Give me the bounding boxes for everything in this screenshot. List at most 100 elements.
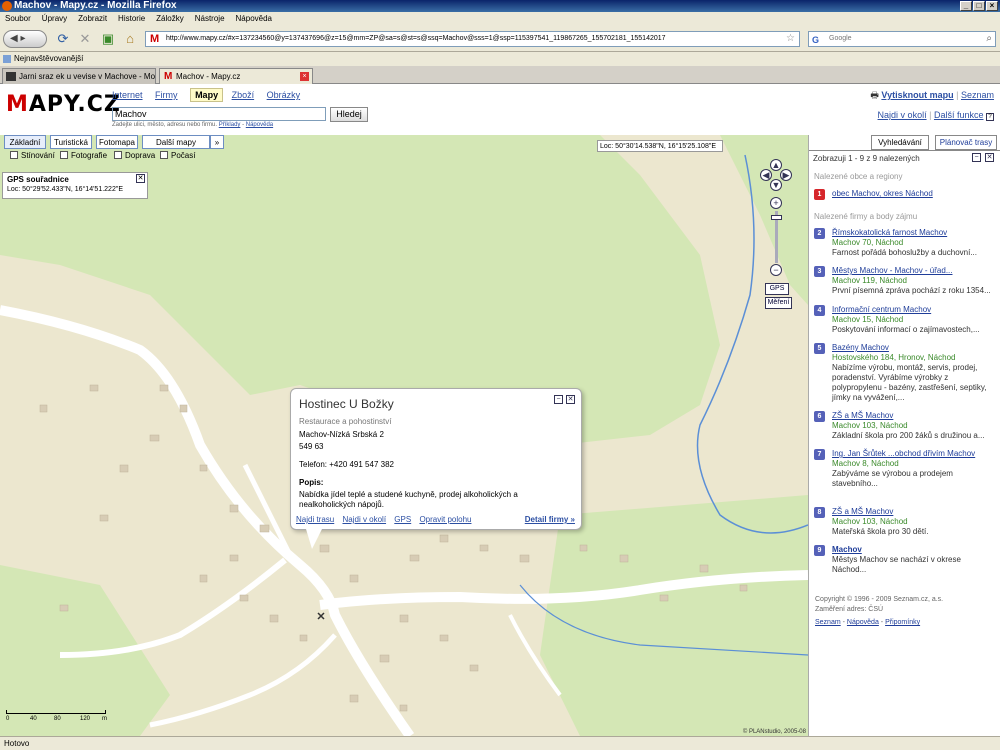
nearby-link[interactable]: Najdi v okolí [342,515,386,524]
maximize-button[interactable]: □ [973,1,985,11]
tab-moto[interactable]: Jarni sraz ek u vevise v Machove - Moto.… [2,68,156,84]
close-icon[interactable]: ✕ [136,174,145,183]
minimize-icon[interactable]: − [554,395,563,404]
service-tabs: Internet Firmy Mapy Zboží Obrázky [112,88,310,102]
tab-strip: Jarni sraz ek u vevise v Machove - Moto.… [0,66,1000,84]
layer-fotografie[interactable]: Fotografie [60,151,107,161]
tab-search[interactable]: Vyhledávání [871,135,929,150]
service-obrazky[interactable]: Obrázky [267,90,301,100]
navigation-toolbar: ◀ ▸ ⟳ ✕ ▣ ⌂ M http://www.mapy.cz/#x=1372… [0,26,1000,52]
close-window-button[interactable]: × [986,1,998,11]
footer-help-link[interactable]: Nápověda [847,619,879,626]
gps-coordinates: Loc: 50°29'52.433"N, 16°14'51.222"E [7,186,123,193]
gps-button[interactable]: GPS [765,283,789,295]
zoom-in-icon[interactable]: + [770,197,782,209]
fix-position-link[interactable]: Opravit polohu [419,515,471,524]
layer-pocasi[interactable]: Počasí [160,151,195,161]
popup-address: Machov-Nízká Srbská 2 [299,430,384,439]
service-mapy[interactable]: Mapy [190,88,224,102]
minimize-icon[interactable]: − [972,153,981,162]
result-item[interactable]: 7 Ing. Jan Šrůtek ...obchod dřivím Macho… [814,449,996,489]
minimize-button[interactable]: _ [960,1,972,11]
pan-right-icon[interactable]: ▶ [780,169,792,181]
result-item[interactable]: 5 Bazény Machov Hostovského 184, Hronov, … [814,343,996,403]
result-item[interactable]: 3 Městys Machov - Machov - úřad... Machov… [814,266,996,296]
checkbox[interactable] [160,151,168,159]
zoom-slider-handle[interactable] [771,215,782,220]
tab-zakladni[interactable]: Základní [4,135,46,149]
pan-left-icon[interactable]: ◀ [760,169,772,181]
more-functions-link[interactable]: Další funkce [934,110,984,120]
popup-phone: Telefon: +420 491 547 382 [299,460,394,469]
back-forward-button[interactable]: ◀ ▸ [3,30,47,48]
star-icon[interactable]: ☆ [786,32,795,46]
menu-historie[interactable]: Historie [118,14,145,23]
search-input[interactable]: Machov [112,107,326,121]
result-item[interactable]: 8 ZŠ a MŠ Machov Machov 103, Náchod Mateřs… [814,507,996,537]
tab-turisticka[interactable]: Turistická [50,135,92,149]
result-item[interactable]: 2 Římskokatolická farnost Machov Machov 7… [814,228,996,258]
new-tab-icon[interactable]: ▣ [100,32,116,46]
measure-button[interactable]: Měření [765,297,792,309]
service-firmy[interactable]: Firmy [155,90,178,100]
gps-title: GPS souřadnice [7,175,69,184]
menu-soubor[interactable]: Soubor [5,14,31,23]
chevron-down-icon[interactable]: » [210,135,224,149]
checkbox[interactable] [114,151,122,159]
result-item[interactable]: 6 ZŠ a MŠ Machov Machov 103, Náchod Základ… [814,411,996,441]
service-internet[interactable]: Internet [112,90,143,100]
nearby-link[interactable]: Najdi v okolí [878,110,927,120]
layer-doprava[interactable]: Doprava [114,151,155,161]
result-item[interactable]: 9 Machov Městys Machov se nachází v okres… [814,545,996,575]
route-link[interactable]: Najdi trasu [296,515,334,524]
checkbox[interactable] [10,151,18,159]
search-bar[interactable]: G Google ⌕ [808,31,996,47]
tab-dalsi-mapy[interactable]: Další mapy [142,135,210,149]
print-map-link[interactable]: Vytisknout mapu [881,90,953,100]
pan-up-icon[interactable]: ▲ [770,159,782,171]
help-box-icon[interactable]: ? [986,113,994,121]
home-icon[interactable]: ⌂ [122,32,138,46]
seznam-link[interactable]: Seznam [961,90,994,100]
menu-upravy[interactable]: Úpravy [42,14,67,23]
menu-nastroje[interactable]: Nástroje [195,14,225,23]
menu-zobrazit[interactable]: Zobrazit [78,14,107,23]
menu-napoveda[interactable]: Nápověda [236,14,272,23]
gps-link[interactable]: GPS [394,515,411,524]
close-icon[interactable]: ✕ [985,153,994,162]
window-title: Machov - Mapy.cz - Mozilla Firefox [14,0,177,11]
url-text: http://www.mapy.cz/#x=137234560@y=137437… [166,35,666,42]
reload-icon[interactable]: ⟳ [55,32,71,46]
service-zbozi[interactable]: Zboží [232,90,255,100]
tab-label: Machov - Mapy.cz [176,72,241,81]
search-button[interactable]: Hledej [330,107,368,122]
zoom-out-icon[interactable]: − [770,264,782,276]
checkbox[interactable] [60,151,68,159]
close-icon[interactable]: ✕ [566,395,575,404]
mapy-logo[interactable]: MAPY.CZ [6,92,121,117]
tab-fotomapa[interactable]: Fotomapa [96,135,138,149]
menu-zalozky[interactable]: Záložky [156,14,184,23]
help-link[interactable]: Nápověda [246,122,273,128]
tab-route-planner[interactable]: Plánovač trasy [935,135,997,150]
search-go-icon[interactable]: ⌕ [986,32,992,46]
footer-feedback-link[interactable]: Připomínky [885,619,920,626]
bookmarks-toolbar: Nejnavštěvovanější [0,52,1000,66]
result-item[interactable]: 1 obec Machov, okres Náchod [814,189,996,200]
map-canvas[interactable]: Základní Turistická Fotomapa Další mapy … [0,135,808,736]
url-bar[interactable]: M http://www.mapy.cz/#x=137234560@y=1374… [145,31,800,47]
footer-seznam-link[interactable]: Seznam [815,619,841,626]
tab-mapy[interactable]: M Machov - Mapy.cz × [159,68,313,84]
bookmark-most-visited[interactable]: Nejnavštěvovanější [14,54,83,63]
result-item[interactable]: 4 Informační centrum Machov Machov 15, Ná… [814,305,996,335]
google-icon[interactable]: G [812,33,819,47]
place-popup: Hostinec U Božky − ✕ Restaurace a pohost… [290,388,582,530]
tab-favicon: M [164,71,173,82]
pan-down-icon[interactable]: ▼ [770,179,782,191]
stop-icon[interactable]: ✕ [77,32,93,46]
popup-title: Hostinec U Božky [299,397,394,411]
tab-close-icon[interactable]: × [300,72,309,81]
layer-stinovani[interactable]: Stínování [10,151,55,161]
examples-link[interactable]: Příklady [219,122,241,128]
company-detail-link[interactable]: Detail firmy » [525,515,575,524]
